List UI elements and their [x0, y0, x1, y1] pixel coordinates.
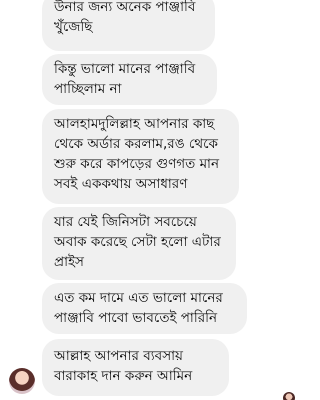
- message-line: পাঞ্জাবি পাবো ভাবতেই পারিনি: [54, 310, 218, 326]
- message-bubble[interactable]: এত কম দামে এত ভালো মানের পাঞ্জাবি পাবো ভ…: [42, 283, 247, 334]
- message-line: যার যেই জিনিসটা সবচেয়ে: [54, 214, 197, 230]
- message-bubble[interactable]: আলহামদুলিল্লাহ আপনার কাছ থেকে অর্ডার করল…: [42, 109, 239, 204]
- message-bubble[interactable]: যার যেই জিনিসটা সবচেয়ে অবাক করেছে সেটা …: [42, 207, 236, 280]
- message-line: অবাক করেছে সেটা হলো এটার: [54, 234, 221, 250]
- message-bubble[interactable]: উনার জন্য অনেক পাঞ্জাবি খুঁজেছি: [42, 0, 215, 51]
- seen-receipt-avatar: [283, 392, 295, 400]
- message-line: সবই এককথায় অসাধারণ: [54, 176, 188, 192]
- sender-avatar[interactable]: [9, 368, 35, 394]
- message-line: প্রাইস: [54, 254, 84, 270]
- message-line: পাচ্ছিলাম না: [54, 81, 122, 97]
- message-bubble[interactable]: আল্লাহ আপনার ব্যবসায় বারাকাহ দান করুন আ…: [42, 339, 229, 396]
- message-line: উনার জন্য অনেক পাঞ্জাবি: [54, 0, 196, 15]
- message-line: থেকে অর্ডার করলাম,রঙ থেকে: [54, 136, 218, 152]
- message-line: খুঁজেছি: [54, 19, 93, 35]
- message-bubble[interactable]: কিন্তু ভালো মানের পাঞ্জাবি পাচ্ছিলাম না: [42, 54, 217, 105]
- message-line: আলহামদুলিল্লাহ আপনার কাছ: [54, 116, 215, 132]
- message-line: বারাকাহ দান করুন আমিন: [54, 368, 193, 384]
- message-line: শুরু করে কাপড়ের গুণগত মান: [54, 156, 220, 172]
- message-line: এত কম দামে এত ভালো মানের: [54, 290, 223, 306]
- message-line: আল্লাহ আপনার ব্যবসায়: [54, 348, 183, 364]
- message-line: কিন্তু ভালো মানের পাঞ্জাবি: [54, 61, 196, 77]
